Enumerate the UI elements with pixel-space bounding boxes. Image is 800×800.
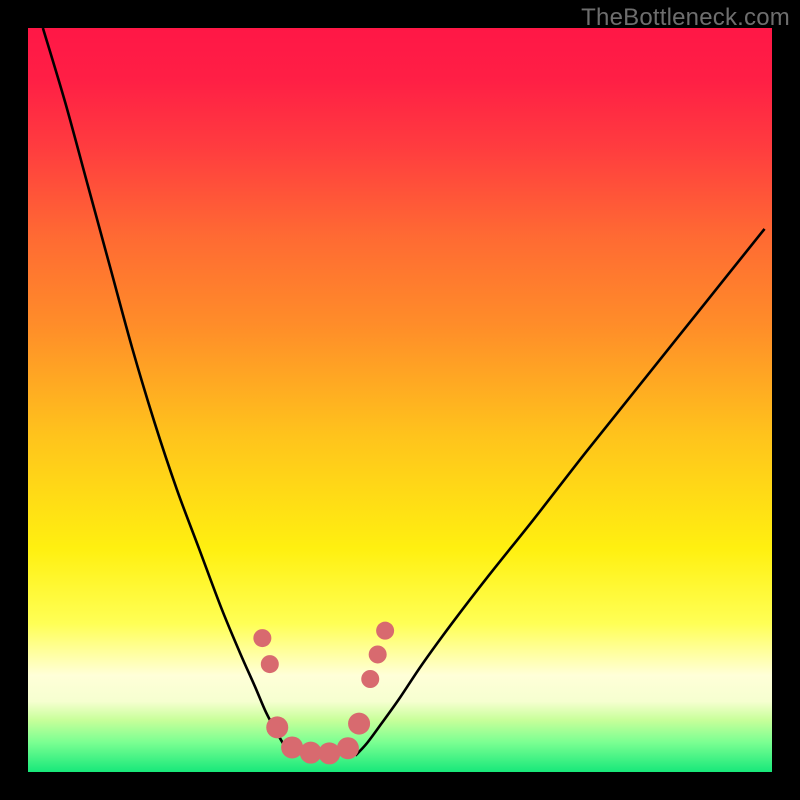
gradient-bg xyxy=(28,28,772,772)
marker-dot xyxy=(281,736,303,758)
plot-area xyxy=(28,28,772,772)
marker-dot xyxy=(253,629,271,647)
marker-dot xyxy=(318,742,340,764)
chart-svg xyxy=(28,28,772,772)
marker-dot xyxy=(348,713,370,735)
marker-dot xyxy=(266,716,288,738)
marker-dot xyxy=(261,655,279,673)
watermark-text: TheBottleneck.com xyxy=(581,4,790,32)
marker-dot xyxy=(361,670,379,688)
marker-dot xyxy=(369,645,387,663)
chart-frame: TheBottleneck.com xyxy=(0,0,800,800)
marker-dot xyxy=(337,737,359,759)
marker-dot xyxy=(376,622,394,640)
